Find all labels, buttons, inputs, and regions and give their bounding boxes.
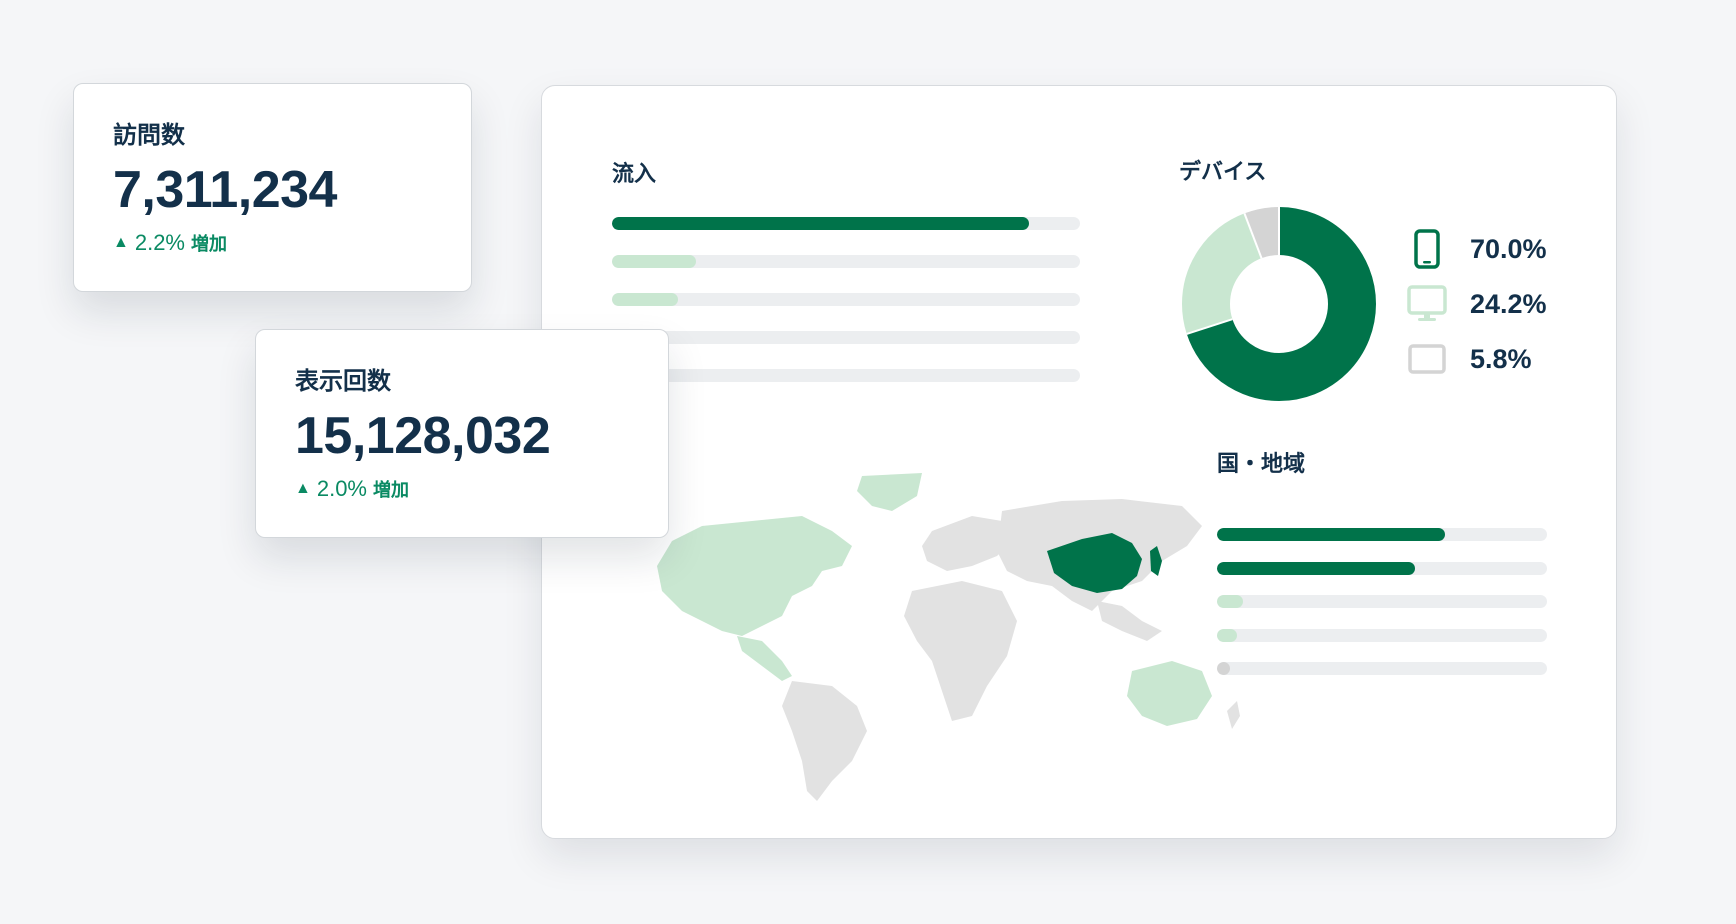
- region-bar-fill-4: [1217, 628, 1237, 642]
- impressions-card: 表示回数 15,128,032 ▲ 2.0% 増加: [255, 329, 669, 538]
- inflow-bar-fill-3: [612, 293, 678, 306]
- inflow-bar-fill-1: [612, 217, 1029, 230]
- map-southeast-asia: [1097, 601, 1162, 641]
- trend-up-icon: ▲: [295, 480, 311, 497]
- map-australia: [1127, 661, 1212, 726]
- region-bar-fill-3: [1217, 595, 1244, 608]
- region-bar-5: [1217, 662, 1547, 675]
- map-africa: [904, 581, 1017, 721]
- impressions-trend: ▲ 2.0% 増加: [295, 476, 409, 502]
- region-bar-1: [1217, 528, 1547, 541]
- legend-row-tablet: 5.8%: [1406, 337, 1532, 381]
- visits-card: 訪問数 7,311,234 ▲ 2.2% 増加: [73, 83, 472, 292]
- device-title: デバイス: [1179, 159, 1267, 184]
- region-bar-fill-1: [1217, 528, 1445, 541]
- page-canvas: 流入 デバイス 70.0% 24.2% 5.8% 国・地域 訪問数 7,311,…: [0, 0, 1736, 924]
- region-bar-fill-2: [1217, 561, 1415, 575]
- tablet-icon: [1406, 338, 1448, 380]
- inflow-bar-fill-2: [612, 255, 697, 268]
- visits-title: 訪問数: [113, 122, 185, 149]
- device-donut-chart: [1182, 207, 1376, 401]
- desktop-icon: [1406, 283, 1448, 325]
- inflow-bar-2: [612, 255, 1080, 268]
- inflow-bar-1: [612, 217, 1080, 230]
- device-share-smartphone: 70.0%: [1470, 233, 1547, 264]
- device-share-tablet: 5.8%: [1470, 343, 1532, 374]
- world-map: [657, 473, 1240, 801]
- inflow-title: 流入: [612, 161, 657, 186]
- device-share-desktop: 24.2%: [1470, 288, 1547, 319]
- visits-trend-percent: 2.2%: [134, 230, 185, 255]
- region-bar-3: [1217, 595, 1547, 608]
- visits-trend-label: 増加: [191, 234, 227, 254]
- inflow-bar-3: [612, 293, 1080, 306]
- region-bar-4: [1217, 628, 1547, 642]
- impressions-value: 15,128,032: [295, 407, 551, 465]
- trend-up-icon: ▲: [113, 234, 129, 251]
- legend-row-smartphone: 70.0%: [1406, 227, 1547, 271]
- impressions-trend-label: 増加: [373, 480, 409, 500]
- map-new-zealand: [1227, 701, 1240, 729]
- inflow-bar-4: [612, 331, 1080, 344]
- impressions-trend-percent: 2.0%: [316, 476, 367, 501]
- visits-value: 7,311,234: [113, 161, 337, 219]
- visits-trend: ▲ 2.2% 増加: [113, 230, 227, 256]
- map-north-america: [657, 516, 852, 636]
- region-bar-2: [1217, 561, 1547, 575]
- map-south-america: [782, 681, 867, 801]
- legend-row-desktop: 24.2%: [1406, 282, 1547, 326]
- dashboard-panel: 流入 デバイス 70.0% 24.2% 5.8% 国・地域: [541, 85, 1617, 839]
- map-greenland: [857, 473, 922, 511]
- map-central-america: [737, 636, 792, 681]
- inflow-bar-5: [612, 369, 1080, 382]
- region-bar-fill-5: [1217, 662, 1231, 675]
- region-title: 国・地域: [1217, 451, 1306, 476]
- smartphone-icon: [1406, 228, 1448, 270]
- impressions-title: 表示回数: [295, 368, 391, 395]
